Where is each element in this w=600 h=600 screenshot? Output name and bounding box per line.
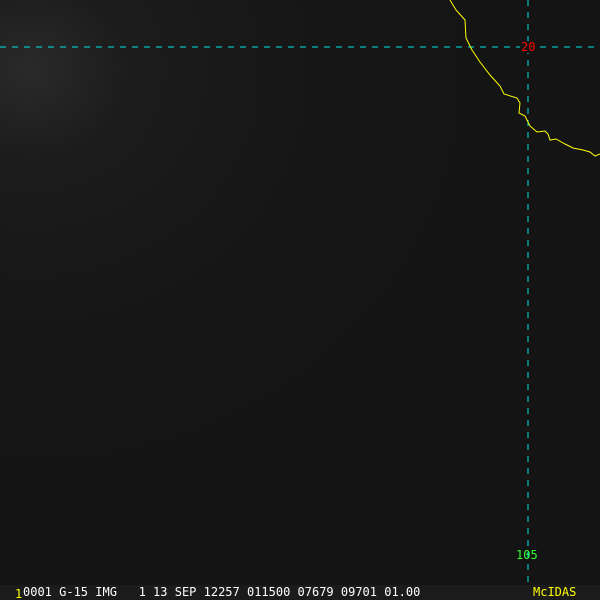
latitude-label: 20 xyxy=(520,40,537,54)
frame-number: 1 xyxy=(15,587,23,600)
status-bar: 1 0001 G-15 IMG 1 13 SEP 12257 011500 07… xyxy=(0,585,600,600)
image-info: 0001 G-15 IMG 1 13 SEP 12257 011500 0767… xyxy=(23,585,421,599)
coastline xyxy=(449,0,600,157)
mcidas-brand: McIDAS xyxy=(533,585,577,599)
mcidas-display: 20 105 1 0001 G-15 IMG 1 13 SEP 12257 01… xyxy=(0,0,600,600)
map-overlay xyxy=(0,0,600,585)
longitude-label: 105 xyxy=(516,548,538,562)
